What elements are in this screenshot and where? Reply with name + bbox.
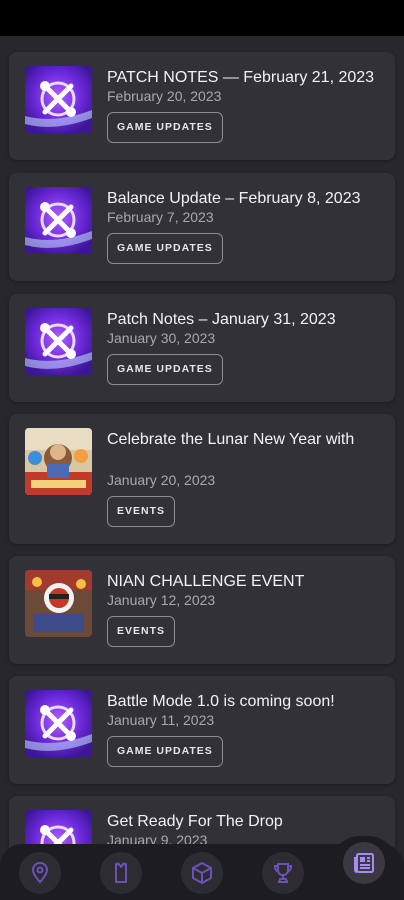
nav-trophy-button[interactable]: [262, 852, 304, 894]
news-title: Celebrate the Lunar New Year with: [107, 431, 355, 448]
category-tag[interactable]: GAME UPDATES: [107, 233, 223, 264]
news-title: Battle Mode 1.0 is coming soon!: [107, 693, 335, 710]
cube-icon: [192, 862, 212, 884]
status-bar: [0, 0, 404, 36]
news-card[interactable]: NIAN CHALLENGE EVENT January 12, 2023 EV…: [9, 556, 395, 664]
trophy-icon: [273, 863, 293, 883]
inventory-icon: [115, 862, 127, 883]
category-tag[interactable]: GAME UPDATES: [107, 354, 223, 385]
nav-news-button[interactable]: [343, 842, 385, 884]
nian-challenge-event-image: [25, 570, 92, 637]
nav-inventory-button[interactable]: [100, 852, 142, 894]
game-updates-wrench-icon: [25, 66, 92, 133]
game-updates-wrench-icon: [25, 187, 92, 254]
news-date: January 12, 2023: [107, 592, 216, 608]
category-tag[interactable]: GAME UPDATES: [107, 736, 223, 767]
news-card[interactable]: Battle Mode 1.0 is coming soon! January …: [9, 676, 395, 784]
bottom-navigation: [0, 836, 404, 900]
category-tag[interactable]: EVENTS: [107, 496, 176, 527]
news-card[interactable]: Patch Notes – January 31, 2023 January 3…: [9, 294, 395, 402]
game-updates-wrench-icon: [25, 690, 92, 757]
news-title: PATCH NOTES — February 21, 2023: [107, 69, 375, 86]
news-date: January 30, 2023: [107, 330, 216, 346]
news-card[interactable]: Balance Update – February 8, 2023 Februa…: [9, 173, 395, 281]
category-tag[interactable]: EVENTS: [107, 616, 176, 647]
news-date: February 20, 2023: [107, 88, 222, 104]
nav-map-button[interactable]: [19, 852, 61, 894]
news-title: Patch Notes – January 31, 2023: [107, 311, 336, 328]
map-pin-icon: [31, 861, 49, 884]
news-title: NIAN CHALLENGE EVENT: [107, 573, 305, 590]
game-updates-wrench-icon: [25, 308, 92, 375]
news-date: February 7, 2023: [107, 209, 214, 225]
news-title: Get Ready For The Drop: [107, 813, 283, 830]
news-date: January 11, 2023: [107, 712, 215, 728]
news-card[interactable]: PATCH NOTES — February 21, 2023 February…: [9, 52, 395, 160]
news-feed[interactable]: PATCH NOTES — February 21, 2023 February…: [0, 36, 404, 900]
news-date: January 20, 2023: [107, 472, 216, 488]
nav-cube-button[interactable]: [181, 852, 223, 894]
news-card[interactable]: Celebrate the Lunar New Year with Januar…: [9, 414, 395, 544]
news-icon: [354, 853, 374, 873]
category-tag[interactable]: GAME UPDATES: [107, 112, 223, 143]
news-title: Balance Update – February 8, 2023: [107, 190, 361, 207]
lunar-new-year-event-image: [25, 428, 92, 495]
